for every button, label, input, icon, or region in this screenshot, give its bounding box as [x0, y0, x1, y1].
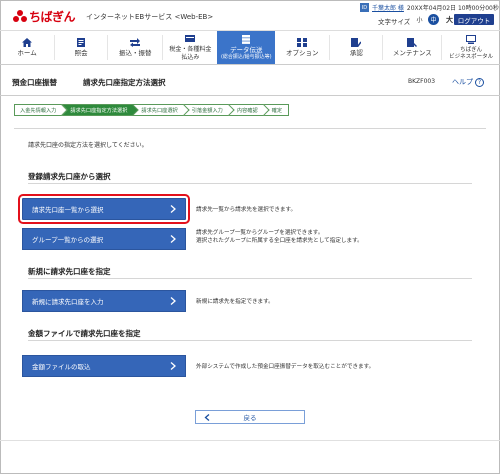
service-name: インターネットEBサービス <Web-EB> — [86, 13, 214, 21]
inquiry-icon — [77, 37, 86, 47]
footer-divider — [0, 440, 500, 441]
nav-item-option[interactable]: オプション — [275, 31, 329, 64]
user-id-icon: ID — [360, 3, 369, 12]
nav-label: 承認 — [349, 48, 363, 57]
nav-item-approval[interactable]: 承認 — [330, 31, 382, 64]
step-item: 請求先口座選択 — [133, 104, 190, 116]
nav-item-home[interactable]: ホーム — [0, 31, 54, 64]
login-time: 20XX年04月02日 10時00分00秒 — [406, 5, 499, 12]
nav-label: 照会 — [74, 48, 88, 57]
logo-text: ちばぎん — [29, 10, 76, 24]
home-icon — [22, 37, 33, 47]
font-size-medium-button[interactable]: 中 — [428, 14, 439, 25]
help-link[interactable]: ヘルプ ? — [452, 77, 484, 87]
logo-mark-icon — [13, 9, 27, 24]
page-title: 請求先口座指定方法選択 — [83, 78, 166, 87]
nav-label: 振込・振替 — [119, 48, 152, 57]
nav-item-transfer[interactable]: 振込・振替 — [108, 31, 162, 64]
nav-item-inquiry[interactable]: 照会 — [55, 31, 107, 64]
nav-item-data-transfer[interactable]: データ伝送 (総合振込/給与振込等) — [217, 31, 276, 64]
back-label: 戻る — [243, 414, 257, 422]
transfer-icon — [130, 37, 141, 47]
help-question-icon: ? — [475, 77, 484, 87]
portal-icon — [466, 34, 477, 44]
screen-id: BKZF003 — [408, 78, 436, 85]
chevron-right-icon — [170, 235, 176, 243]
maintenance-icon — [407, 37, 418, 47]
description-group-list: 請求先グループ一覧からグループを選択できます。 選択されたグループに所属する全口… — [196, 229, 363, 246]
description-amount-file: 外部システムで作成した預金口座振替データを取込むことができます。 — [196, 364, 375, 370]
global-nav: ホーム 照会 振込・振替 税金・各種料金 払込み データ伝送 (総合振込/給与振… — [0, 30, 500, 65]
step-item-current: 請求先口座指定方法選択 — [62, 104, 140, 116]
step-item: 入金先情報入力 — [14, 104, 68, 116]
option-icon — [297, 37, 308, 47]
font-size-label: 文字サイズ — [378, 18, 411, 26]
tax-payment-icon — [185, 35, 196, 43]
nav-item-maintenance[interactable]: メンテナンス — [383, 31, 441, 64]
button-label: 新規に請求先口座を入力 — [32, 298, 104, 306]
user-info: ID 千葉太郎 様 20XX年04月02日 10時00分00秒 — [360, 3, 499, 12]
title-bar: 預金口座振替 請求先口座指定方法選択 BKZF003 ヘルプ ? — [0, 66, 500, 96]
section-divider — [28, 340, 472, 341]
font-size-small-button[interactable]: 小 — [414, 14, 425, 25]
import-amount-file-button[interactable]: 金額ファイルの取込 — [22, 355, 186, 377]
section-title-file: 金額ファイルで請求先口座を指定 — [28, 329, 141, 338]
progress-steps: 入金先情報入力 請求先口座指定方法選択 請求先口座選択 引落金額入力 内容確認 … — [14, 104, 290, 116]
chevron-left-icon — [204, 414, 210, 421]
nav-label: 税金・各種料金 払込み — [169, 46, 212, 61]
header: ちばぎん インターネットEBサービス <Web-EB> ID 千葉太郎 様 20… — [0, 0, 500, 30]
help-label: ヘルプ — [452, 78, 473, 86]
chevron-right-icon — [170, 297, 176, 305]
nav-label: ちばぎん ビジネスポータル — [449, 46, 494, 60]
nav-label: ホーム — [17, 48, 37, 57]
back-button[interactable]: 戻る — [195, 410, 305, 424]
bank-logo: ちばぎん — [13, 8, 76, 25]
nav-label: メンテナンス — [392, 48, 432, 57]
section-divider — [28, 278, 472, 279]
approval-icon — [351, 37, 362, 47]
page-category: 預金口座振替 — [12, 78, 57, 87]
description-account-list: 請求先一覧から請求先を選択できます。 — [196, 207, 297, 213]
nav-label: オプション — [286, 48, 319, 57]
button-label: グループ一覧からの選択 — [32, 236, 104, 244]
description-line: 選択されたグループに所属する全口座を請求先として指定します。 — [196, 238, 363, 245]
select-from-group-list-button[interactable]: グループ一覧からの選択 — [22, 228, 186, 250]
enter-new-account-button[interactable]: 新規に請求先口座を入力 — [22, 290, 186, 312]
chevron-right-icon — [170, 205, 176, 213]
button-label: 金額ファイルの取込 — [32, 363, 91, 371]
step-item: 引落金額入力 — [183, 104, 235, 116]
nav-item-tax-payment[interactable]: 税金・各種料金 払込み — [163, 31, 217, 64]
logout-button[interactable]: ログアウト — [454, 14, 494, 25]
section-title-registered: 登録請求先口座から選択 — [28, 172, 111, 181]
description-line: 請求先グループ一覧からグループを選択できます。 — [196, 230, 324, 236]
select-from-account-list-button[interactable]: 請求先口座一覧から選択 — [18, 194, 190, 224]
data-transfer-icon — [242, 34, 251, 44]
description-new-account: 新規に請求先を指定できます。 — [196, 299, 274, 305]
nav-item-business-portal[interactable]: ちばぎん ビジネスポータル — [442, 31, 500, 64]
section-title-new: 新規に請求先口座を指定 — [28, 267, 111, 276]
nav-sublabel: (総合振込/給与振込等) — [220, 54, 272, 61]
user-name-link[interactable]: 千葉太郎 様 — [372, 3, 404, 12]
chevron-right-icon — [170, 362, 176, 370]
instruction-text: 請求先口座の指定方法を選択してください。 — [28, 142, 148, 149]
button-label: 請求先口座一覧から選択 — [32, 206, 104, 214]
section-divider — [28, 183, 472, 184]
